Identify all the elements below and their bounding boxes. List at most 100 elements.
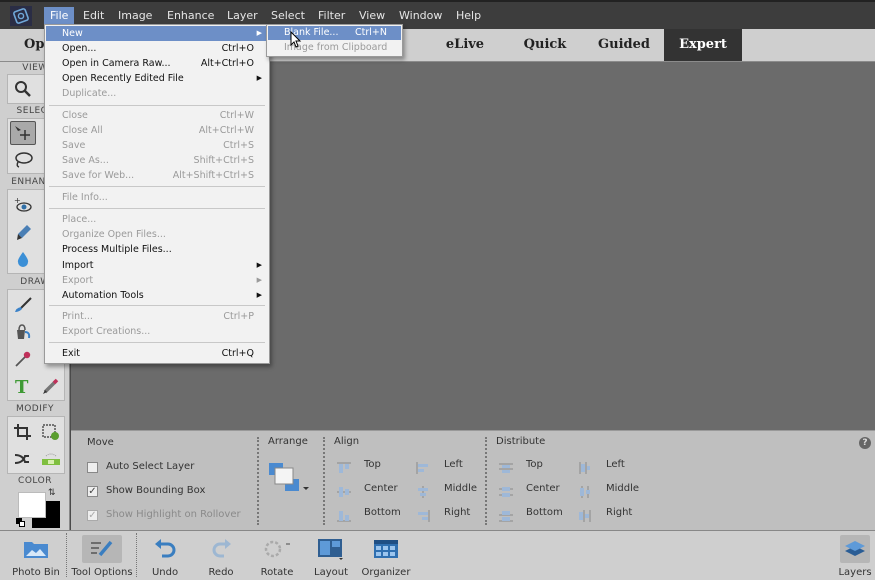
align-bottom-label[interactable]: Bottom (364, 507, 401, 518)
distribute-middle-label[interactable]: Middle (606, 483, 639, 494)
photo-bin-button[interactable]: Photo Bin (10, 535, 62, 579)
type-tool[interactable]: T (10, 374, 36, 398)
align-center-icon[interactable] (337, 483, 351, 497)
move-tool[interactable] (10, 121, 36, 145)
menu-item-save[interactable]: Save Ctrl+S (46, 138, 268, 153)
menu-filter[interactable]: Filter (312, 7, 351, 25)
zoom-tool[interactable] (10, 77, 36, 101)
menu-item-label: Print... (62, 311, 93, 322)
menu-item-save-for-web[interactable]: Save for Web... Alt+Shift+Ctrl+S (46, 168, 268, 183)
crop-tool[interactable] (10, 420, 36, 444)
menu-item-file-info[interactable]: File Info... (46, 190, 268, 205)
distribute-middle-icon[interactable] (578, 483, 592, 498)
menu-item-exit[interactable]: Exit Ctrl+Q (46, 346, 268, 361)
show-bounding-box-checkbox[interactable]: ✓ (87, 486, 98, 497)
blur-tool[interactable] (10, 247, 36, 271)
rotate-button[interactable]: Rotate (256, 535, 298, 579)
undo-button[interactable]: Undo (144, 535, 186, 579)
menu-item-label: Close (62, 110, 88, 121)
menu-select[interactable]: Select (265, 7, 311, 25)
color-swatches[interactable]: ⇅ (16, 488, 62, 528)
help-icon[interactable]: ? (859, 437, 871, 449)
show-highlight-label: Show Highlight on Rollover (106, 509, 241, 520)
menu-item-close-all[interactable]: Close All Alt+Ctrl+W (46, 123, 268, 138)
menu-edit[interactable]: Edit (77, 7, 110, 25)
align-top-icon[interactable] (337, 459, 351, 473)
menu-item-organize-open-files[interactable]: Organize Open Files... (46, 227, 268, 242)
align-top-label[interactable]: Top (364, 459, 381, 470)
menu-enhance[interactable]: Enhance (161, 7, 220, 25)
menu-item-automation-tools[interactable]: Automation Tools ▶ (46, 288, 268, 303)
tab-guided[interactable]: Guided (590, 29, 658, 61)
menu-item-image-from-clipboard[interactable]: Image from Clipboard (268, 41, 401, 55)
redo-button[interactable]: Redo (200, 535, 242, 579)
distribute-center-label[interactable]: Center (526, 483, 560, 494)
distribute-left-label[interactable]: Left (606, 459, 625, 470)
menu-window[interactable]: Window (393, 7, 448, 25)
menu-image[interactable]: Image (112, 7, 158, 25)
tool-options-button[interactable]: Tool Options (70, 535, 134, 579)
tab-expert[interactable]: Expert (664, 29, 742, 61)
bottom-bar: Photo Bin Tool Options Undo Redo Rotate … (0, 530, 875, 580)
menu-item-blank-file[interactable]: Blank File... Ctrl+N (268, 26, 401, 40)
menu-item-place[interactable]: Place... (46, 212, 268, 227)
distribute-top-label[interactable]: Top (526, 459, 543, 470)
tab-quick[interactable]: Quick (515, 29, 575, 61)
swap-colors-icon[interactable]: ⇅ (48, 488, 56, 498)
distribute-left-icon[interactable] (578, 459, 592, 474)
auto-select-layer-checkbox[interactable] (87, 462, 98, 473)
app-logo-icon[interactable] (10, 6, 32, 26)
brush-tool[interactable] (10, 293, 36, 317)
menu-item-label: Export (62, 275, 94, 286)
align-center-label[interactable]: Center (364, 483, 398, 494)
menu-item-print[interactable]: Print... Ctrl+P (46, 309, 268, 324)
menu-item-save-as[interactable]: Save As... Shift+Ctrl+S (46, 153, 268, 168)
layers-label: Layers (838, 567, 872, 578)
distribute-top-icon[interactable] (499, 459, 513, 473)
menu-item-import[interactable]: Import ▶ (46, 258, 268, 273)
straighten-tool[interactable] (38, 447, 64, 471)
align-right-label[interactable]: Right (444, 507, 470, 518)
align-right-icon[interactable] (416, 507, 430, 522)
align-left-icon[interactable] (416, 459, 430, 474)
tab-elive[interactable]: eLive (435, 29, 495, 61)
show-bounding-box-label: Show Bounding Box (106, 485, 206, 496)
menu-item-close[interactable]: Close Ctrl+W (46, 108, 268, 123)
spot-healing-tool[interactable] (10, 220, 36, 244)
distribute-right-icon[interactable] (578, 507, 592, 522)
eyedropper-tool[interactable] (10, 347, 36, 371)
distribute-bottom-label[interactable]: Bottom (526, 507, 563, 518)
pencil-tool[interactable] (38, 374, 64, 398)
show-highlight-checkbox[interactable]: ✓ (87, 510, 98, 521)
arrange-icon[interactable] (267, 461, 313, 495)
menu-item-process-multiple-files[interactable]: Process Multiple Files... (46, 242, 268, 257)
content-aware-move-tool[interactable] (10, 447, 36, 471)
recompose-tool[interactable] (38, 420, 64, 444)
distribute-center-icon[interactable] (499, 483, 513, 497)
menu-item-open[interactable]: Open... Ctrl+O (46, 41, 268, 56)
organizer-button[interactable]: Organizer (360, 535, 412, 579)
menu-help[interactable]: Help (450, 7, 487, 25)
align-left-label[interactable]: Left (444, 459, 463, 470)
align-bottom-icon[interactable] (337, 507, 351, 522)
menu-file[interactable]: File (44, 7, 75, 25)
menu-item-open-recent[interactable]: Open Recently Edited File ▶ (46, 71, 268, 86)
paint-bucket-tool[interactable] (10, 320, 36, 344)
layout-button[interactable]: Layout (310, 535, 352, 579)
menu-layer[interactable]: Layer (221, 7, 264, 25)
menu-item-duplicate[interactable]: Duplicate... (46, 86, 268, 101)
lasso-tool[interactable] (10, 148, 36, 172)
align-middle-label[interactable]: Middle (444, 483, 477, 494)
menu-item-export-creations[interactable]: Export Creations... (46, 324, 268, 339)
menu-item-export[interactable]: Export ▶ (46, 273, 268, 288)
foreground-color-swatch[interactable] (18, 492, 46, 518)
distribute-bottom-icon[interactable] (499, 507, 513, 522)
distribute-right-label[interactable]: Right (606, 507, 632, 518)
default-colors-icon[interactable] (16, 518, 26, 528)
red-eye-tool[interactable]: + (10, 193, 36, 217)
layers-button[interactable]: Layers (836, 535, 874, 579)
menu-item-new[interactable]: New ▶ (46, 26, 268, 41)
align-middle-icon[interactable] (416, 483, 430, 498)
menu-item-open-camera-raw[interactable]: Open in Camera Raw... Alt+Ctrl+O (46, 56, 268, 71)
menu-view[interactable]: View (353, 7, 391, 25)
